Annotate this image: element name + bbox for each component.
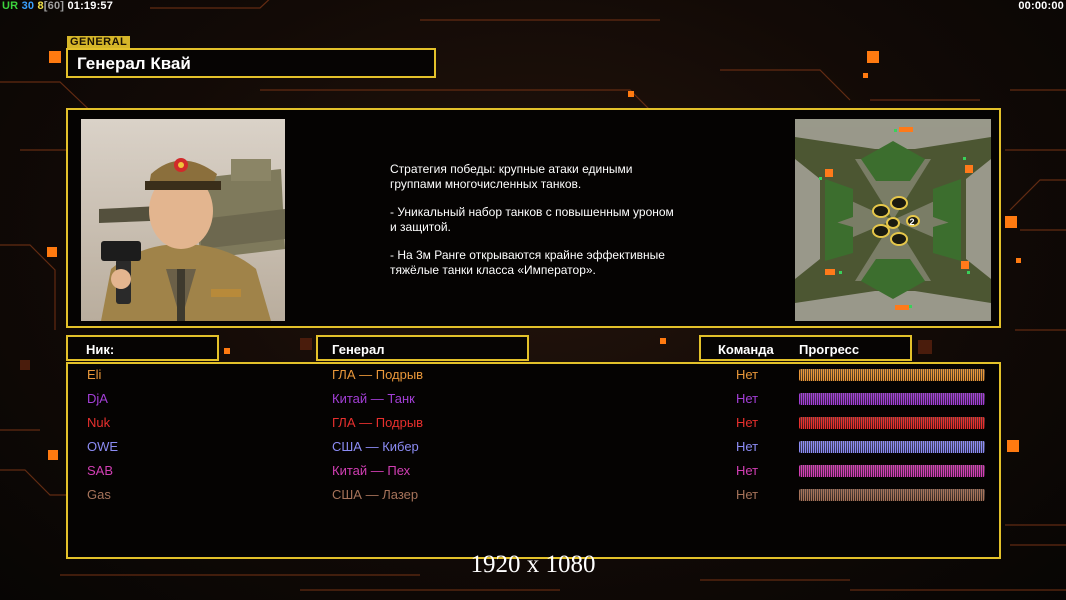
player-team: Нет <box>736 463 759 478</box>
player-progress-bar <box>799 465 985 477</box>
header-general: Генерал <box>316 335 529 361</box>
player-team: Нет <box>736 415 759 430</box>
player-team: Нет <box>736 487 759 502</box>
player-nick: Nuk <box>87 415 111 430</box>
player-general: ГЛА — Подрыв <box>332 367 424 382</box>
minimap-image: 2 <box>795 119 991 321</box>
header-progress-label: Прогресс <box>799 342 860 357</box>
player-progress-bar <box>799 441 985 453</box>
player-general: ГЛА — Подрыв <box>332 415 424 430</box>
general-title: Генерал Квай <box>77 54 191 73</box>
resolution-label: 1920 x 1080 <box>470 551 596 578</box>
description-rank3: - На 3м Ранге открываются крайне эффекти… <box>390 248 665 277</box>
player-progress-bar <box>799 417 985 429</box>
minimap-player-count: 2 <box>909 217 914 227</box>
player-progress-bar <box>799 369 985 381</box>
player-nick: OWE <box>87 439 119 454</box>
general-portrait <box>81 119 285 321</box>
hud-value-30: 30 <box>21 0 35 12</box>
general-info-panel: Стратегия победы: крупные атаки едиными … <box>66 108 1001 328</box>
hud-timer: 00:00:00 <box>1018 0 1064 12</box>
header-nick: Ник: <box>66 335 219 361</box>
player-nick: DjA <box>87 391 108 406</box>
player-team: Нет <box>736 367 759 382</box>
player-progress-bar <box>799 489 985 501</box>
header-general-label: Генерал <box>332 342 385 357</box>
general-title-box: Генерал Квай <box>66 48 436 78</box>
player-row: Eli ГЛА — Подрыв Нет <box>68 364 999 388</box>
hud-ur-label: UR <box>2 0 19 12</box>
player-row: SAB Китай — Пех Нет <box>68 460 999 484</box>
player-nick: Gas <box>87 487 111 502</box>
player-progress-bar <box>799 393 985 405</box>
player-team: Нет <box>736 391 759 406</box>
hud-clock: 01:19:57 <box>67 0 114 12</box>
general-tag: GENERAL <box>67 36 131 48</box>
player-general: США — Кибер <box>332 439 419 454</box>
player-general: Китай — Танк <box>332 391 415 406</box>
minimap: 2 <box>795 119 991 321</box>
player-nick: Eli <box>87 367 102 382</box>
players-table: Eli ГЛА — Подрыв Нет DjA Китай — Танк Нет Nuk Г… <box>66 362 1001 559</box>
general-portrait-image <box>81 119 285 321</box>
player-row: DjA Китай — Танк Нет <box>68 388 999 412</box>
player-row: Gas США — Лазер Нет <box>68 484 999 508</box>
player-row: Nuk ГЛА — Подрыв Нет <box>68 412 999 436</box>
header-nick-label: Ник: <box>86 342 115 357</box>
player-general: Китай — Пех <box>332 463 411 478</box>
hud-stats: UR 30 8[60] 01:19:57 <box>2 0 113 12</box>
header-team-progress: Команда Прогресс <box>699 335 912 361</box>
player-team: Нет <box>736 439 759 454</box>
hud-value-60: [60] <box>43 0 65 12</box>
description-tanks: - Уникальный набор танков с повышенным у… <box>390 205 674 234</box>
general-description: Стратегия победы: крупные атаки едиными … <box>390 162 730 291</box>
header-team-label: Команда <box>718 342 774 357</box>
player-row: OWE США — Кибер Нет <box>68 436 999 460</box>
description-strategy: Стратегия победы: крупные атаки едиными … <box>390 162 633 191</box>
player-nick: SAB <box>87 463 114 478</box>
player-general: США — Лазер <box>332 487 419 502</box>
